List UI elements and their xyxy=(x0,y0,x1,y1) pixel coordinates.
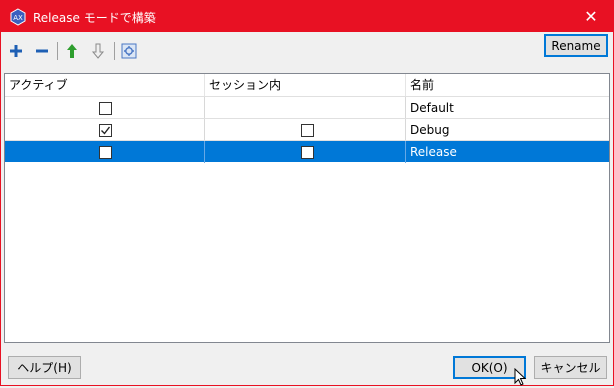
column-header-active[interactable]: アクティブ xyxy=(5,74,205,96)
name-cell: Default xyxy=(410,101,454,115)
app-icon: AX xyxy=(10,8,26,26)
active-cell xyxy=(5,141,205,163)
rename-button[interactable]: Rename xyxy=(544,34,608,57)
toolbar-separator xyxy=(57,42,58,60)
in-session-cell xyxy=(205,141,406,163)
toolbar: Rename xyxy=(1,32,613,72)
in-session-checkbox[interactable] xyxy=(301,146,314,159)
close-button[interactable]: ✕ xyxy=(569,1,613,32)
close-icon: ✕ xyxy=(584,7,598,26)
checkmark-icon xyxy=(101,126,111,135)
dialog-window: AX Release モードで構築 ✕ Rename アクティブ セッション内 … xyxy=(0,0,614,386)
svg-text:AX: AX xyxy=(13,14,23,22)
plus-icon xyxy=(10,45,22,57)
move-up-button[interactable] xyxy=(62,40,82,62)
active-cell xyxy=(5,119,205,141)
window-title: Release モードで構築 xyxy=(33,11,156,25)
toolbar-separator xyxy=(114,42,115,60)
help-button[interactable]: ヘルプ(H) xyxy=(8,356,81,379)
active-checkbox[interactable] xyxy=(99,146,112,159)
move-down-button[interactable] xyxy=(88,40,108,62)
title-bar[interactable]: AX Release モードで構築 ✕ xyxy=(1,1,613,32)
active-checkbox[interactable] xyxy=(99,124,112,137)
cancel-button[interactable]: キャンセル xyxy=(534,356,607,379)
table-row[interactable]: Debug xyxy=(5,118,609,141)
arrow-down-icon xyxy=(91,43,105,59)
column-header-in-session[interactable]: セッション内 xyxy=(205,74,406,96)
in-session-cell xyxy=(205,119,406,141)
active-checkbox[interactable] xyxy=(99,102,112,115)
configuration-grid: アクティブ セッション内 名前 Default Debug Release xyxy=(4,73,610,343)
minus-icon xyxy=(36,49,48,53)
table-row[interactable]: Default xyxy=(5,96,609,119)
configuration-icon xyxy=(121,43,137,59)
in-session-cell xyxy=(205,97,406,119)
column-header-name[interactable]: 名前 xyxy=(406,74,609,96)
arrow-up-icon xyxy=(67,44,77,58)
active-cell xyxy=(5,97,205,119)
table-row-selected[interactable]: Release xyxy=(5,140,609,163)
in-session-checkbox[interactable] xyxy=(301,124,314,137)
add-button[interactable] xyxy=(6,40,26,62)
name-cell: Release xyxy=(410,145,457,159)
name-cell: Debug xyxy=(410,123,450,137)
mouse-cursor-icon xyxy=(514,368,527,386)
remove-button[interactable] xyxy=(32,40,52,62)
grid-header: アクティブ セッション内 名前 xyxy=(5,74,609,96)
configuration-button[interactable] xyxy=(119,40,139,62)
